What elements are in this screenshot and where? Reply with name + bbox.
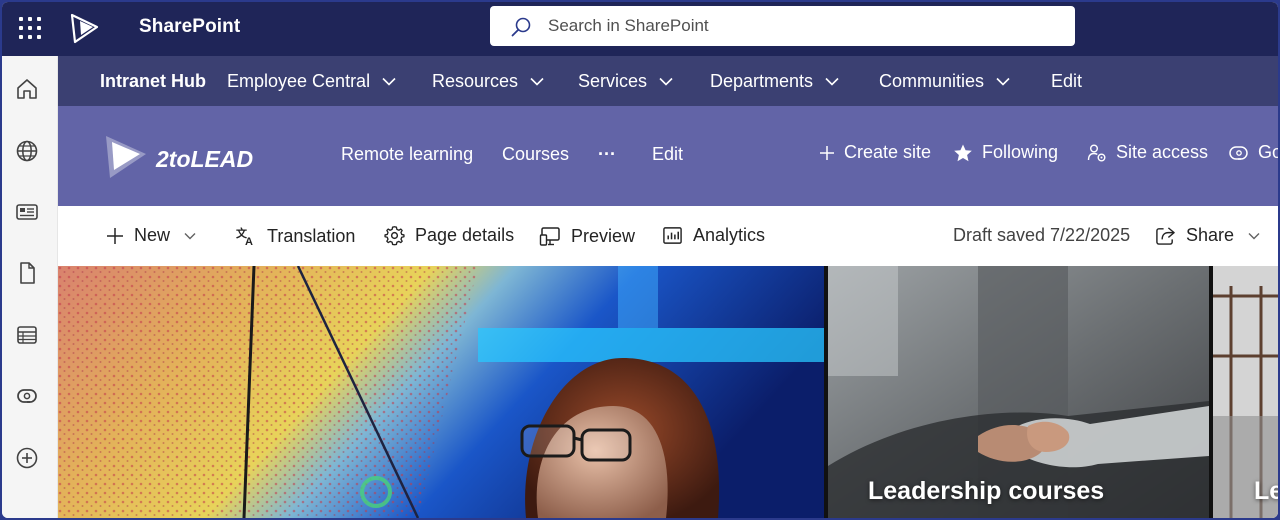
- news-icon[interactable]: [14, 199, 40, 225]
- preview-button[interactable]: Preview: [539, 225, 635, 247]
- share-label: Share: [1186, 225, 1235, 245]
- hub-nav-edit[interactable]: Edit: [1051, 71, 1082, 92]
- plus-icon: [820, 145, 834, 160]
- hub-nav-label: Employee Central: [227, 71, 371, 91]
- analytics-icon: [663, 227, 682, 244]
- site-header: 2toLEAD Remote learning Courses ··· Edit…: [58, 106, 1278, 206]
- hub-nav-item-employee-central[interactable]: Employee Central: [227, 71, 396, 92]
- site-nav-more[interactable]: ···: [598, 144, 616, 165]
- left-rail: [2, 56, 58, 518]
- following-label: Following: [982, 142, 1059, 162]
- loop-icon: [1229, 145, 1248, 160]
- page-details-label: Page details: [415, 225, 515, 245]
- draft-status: Draft saved 7/22/2025: [953, 225, 1131, 245]
- lists-icon[interactable]: [14, 322, 40, 348]
- hub-nav-item-departments[interactable]: Departments: [710, 71, 839, 92]
- hero-tile-leadership-courses[interactable]: Leadership courses: [828, 266, 1209, 518]
- site-nav-courses[interactable]: Courses: [502, 144, 569, 165]
- search-input[interactable]: [548, 6, 1048, 46]
- hub-nav-label: Services: [578, 71, 648, 91]
- sharepoint-window: SharePoint Search in SharePoint Intranet…: [2, 2, 1278, 518]
- hub-nav-label: Communities: [879, 71, 985, 91]
- create-icon[interactable]: [14, 445, 40, 471]
- globe-icon[interactable]: [14, 138, 40, 164]
- search-box[interactable]: [490, 6, 1075, 46]
- site-access-label: Site access: [1116, 142, 1209, 162]
- chevron-down-icon: [530, 77, 544, 86]
- hero-section: Leadership courses Le: [58, 266, 1278, 518]
- chevron-down-icon: [996, 77, 1010, 86]
- create-site-button[interactable]: Create site: [819, 142, 931, 163]
- plus-icon: [107, 227, 123, 244]
- people-settings-icon: [1087, 144, 1106, 161]
- go-label: Go: [1258, 142, 1278, 162]
- app-name[interactable]: SharePoint: [139, 16, 240, 38]
- translation-icon: 文 A: [236, 226, 253, 247]
- hero-tile-third[interactable]: Le: [1213, 266, 1278, 518]
- share-icon: [1156, 227, 1175, 245]
- hero-tile-main[interactable]: [58, 266, 824, 518]
- new-button[interactable]: New: [106, 225, 196, 246]
- hub-title[interactable]: Intranet Hub: [100, 71, 206, 92]
- gear-icon: [384, 226, 405, 246]
- hub-navigation: Intranet Hub Employee Central Resources …: [58, 56, 1278, 106]
- hub-nav-item-resources[interactable]: Resources: [432, 71, 544, 92]
- hero-tile-caption: Le: [1254, 477, 1278, 505]
- chevron-down-icon: [659, 77, 673, 86]
- go-button[interactable]: Go: [1229, 142, 1278, 163]
- preview-icon: [539, 227, 560, 246]
- svg-text:A: A: [245, 236, 253, 247]
- share-button[interactable]: Share: [1155, 225, 1260, 246]
- app-launcher-icon[interactable]: [16, 14, 46, 44]
- files-icon[interactable]: [14, 260, 40, 286]
- translation-button[interactable]: 文 A Translation: [235, 225, 356, 248]
- site-nav-edit[interactable]: Edit: [652, 144, 683, 165]
- search-icon: [511, 17, 531, 37]
- create-site-label: Create site: [844, 142, 932, 162]
- analytics-label: Analytics: [693, 225, 766, 245]
- hub-nav-label: Departments: [710, 71, 814, 91]
- hub-nav-label: Resources: [432, 71, 519, 91]
- chevron-down-icon: [382, 77, 396, 86]
- preview-label: Preview: [571, 225, 636, 246]
- suite-bar: SharePoint: [2, 2, 1278, 56]
- hub-nav-item-communities[interactable]: Communities: [879, 71, 1010, 92]
- hero-image-data-wall: [58, 266, 824, 518]
- analytics-button[interactable]: Analytics: [662, 225, 765, 246]
- translation-label: Translation: [267, 225, 356, 246]
- site-logo-text: 2toLEAD: [155, 146, 253, 172]
- star-icon: [954, 144, 972, 161]
- site-logo[interactable]: 2toLEAD: [104, 132, 264, 182]
- hero-tile-caption: Leadership courses: [868, 477, 1105, 505]
- site-nav-remote-learning[interactable]: Remote learning: [341, 144, 473, 165]
- command-bar: New 文 A Translation Page details Preview…: [58, 206, 1278, 266]
- hub-nav-item-services[interactable]: Services: [578, 71, 673, 92]
- chevron-down-icon: [184, 232, 196, 239]
- site-access-button[interactable]: Site access: [1087, 142, 1208, 163]
- page-details-button[interactable]: Page details: [384, 225, 514, 246]
- loop-icon[interactable]: [14, 383, 40, 409]
- new-label: New: [134, 225, 171, 245]
- chevron-down-icon: [825, 77, 839, 86]
- chevron-down-icon: [1248, 232, 1260, 239]
- home-icon[interactable]: [14, 76, 40, 102]
- sharepoint-logo-icon[interactable]: [66, 12, 100, 46]
- following-button[interactable]: Following: [953, 142, 1058, 163]
